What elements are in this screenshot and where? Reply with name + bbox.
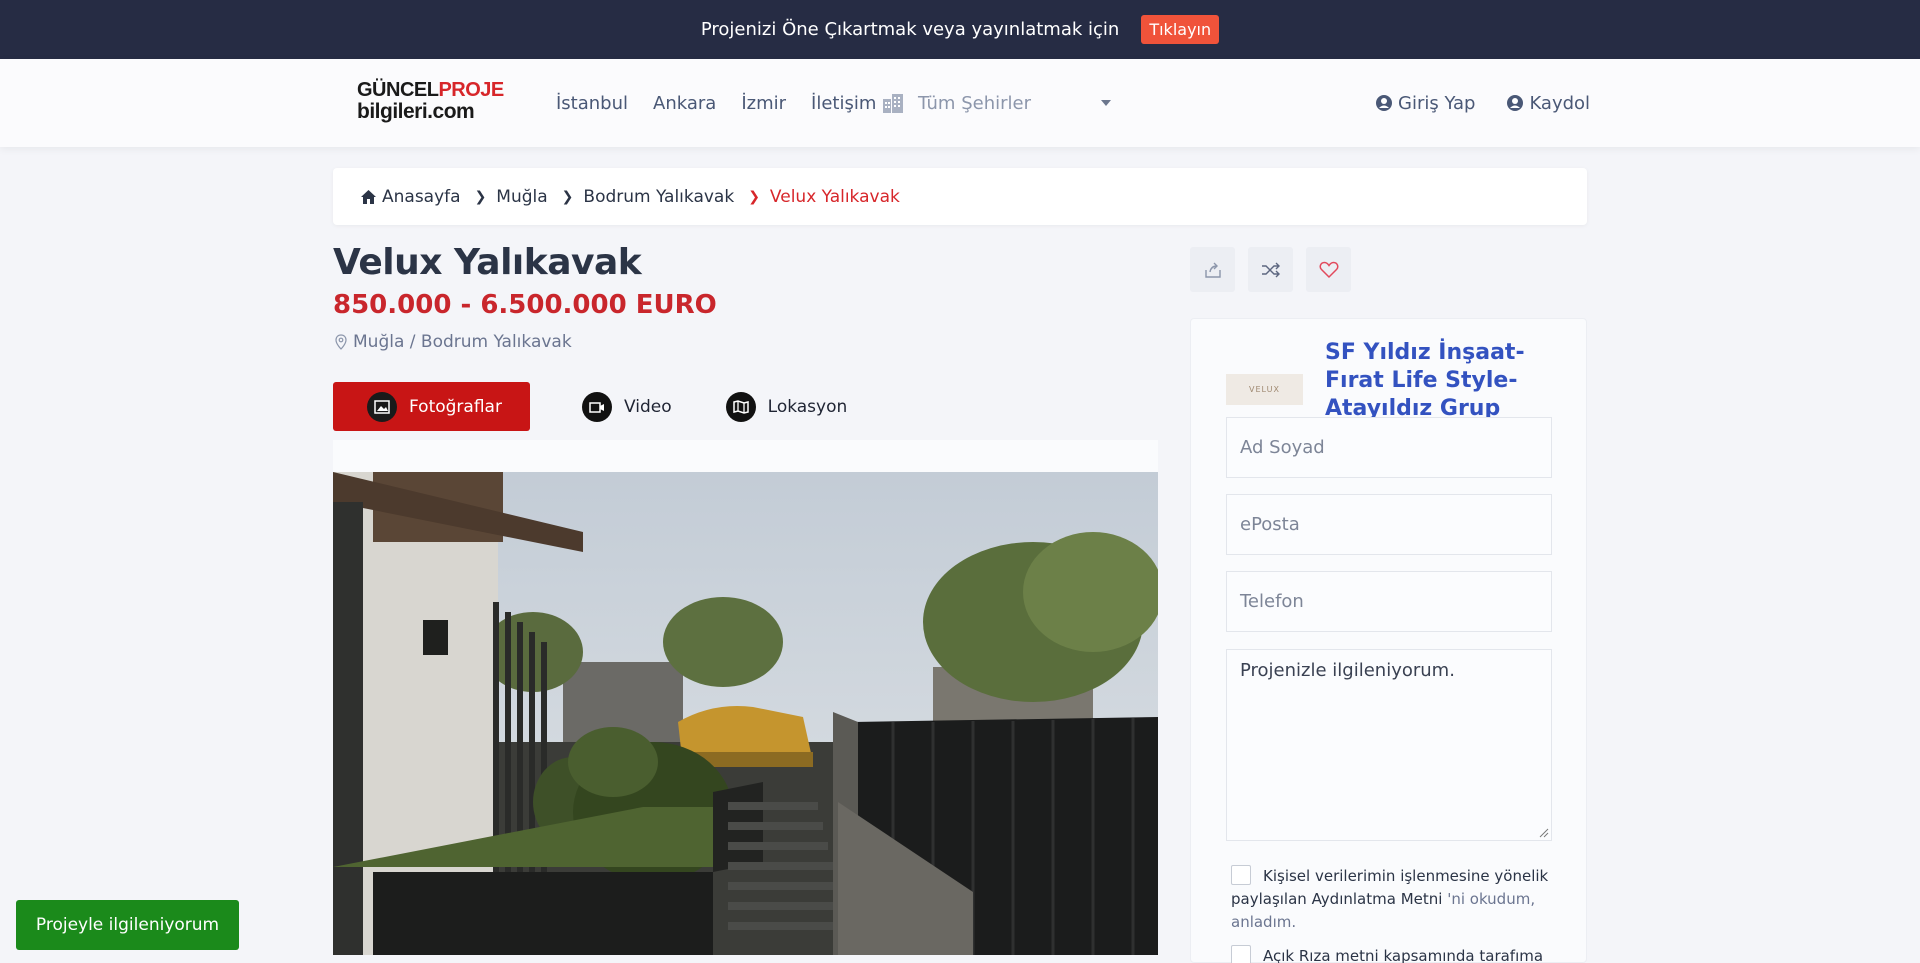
home-icon <box>361 189 376 204</box>
nav-link-iletisim[interactable]: İletişim <box>811 93 876 114</box>
heart-icon <box>1319 261 1338 278</box>
auth-nav: Giriş Yap Kaydol <box>1344 59 1590 147</box>
city-select-value: Tüm Şehirler <box>918 92 1031 114</box>
announcement-bar: Projenizi Öne Çıkartmak veya yayınlatmak… <box>0 0 1920 59</box>
share-icon <box>1204 262 1221 278</box>
map-icon <box>725 391 756 422</box>
caret-down-icon <box>1100 100 1111 106</box>
map-pin-icon <box>335 334 347 350</box>
video-camera-icon <box>582 391 612 422</box>
favorite-button[interactable] <box>1306 247 1351 292</box>
site-header: GÜNCELPROJE bilgileri.com İstanbul Ankar… <box>0 59 1920 147</box>
chevron-right-icon: ❯ <box>748 188 760 205</box>
consent-checkbox-2[interactable] <box>1231 945 1251 963</box>
site-logo[interactable]: GÜNCELPROJE bilgileri.com <box>357 79 504 127</box>
media-tabs: Fotoğraflar Video Lokasyon <box>333 382 891 431</box>
login-link[interactable]: Giriş Yap <box>1376 93 1475 114</box>
consent-row-1: Kişisel verilerimin işlenmesine yönelik … <box>1231 865 1551 934</box>
consent-row-2: Açık Rıza metni kapsamında tarafıma <box>1231 945 1551 963</box>
tab-video[interactable]: Video <box>572 382 682 431</box>
email-field[interactable]: ePosta <box>1226 494 1552 555</box>
name-field[interactable]: Ad Soyad <box>1226 417 1552 478</box>
resize-handle-icon[interactable] <box>1539 828 1549 838</box>
register-link[interactable]: Kaydol <box>1507 93 1590 114</box>
city-select[interactable]: Tüm Şehirler <box>882 59 1111 147</box>
project-price: 850.000 - 6.500.000 EURO <box>333 290 717 320</box>
message-text: Projenizle ilgileniyorum. <box>1240 660 1455 681</box>
logo-line-1: GÜNCELPROJE <box>357 79 504 101</box>
announcement-button[interactable]: Tıklayın <box>1141 15 1220 44</box>
agency-logo[interactable]: VELUX <box>1226 374 1303 405</box>
register-label: Kaydol <box>1529 92 1591 114</box>
message-textarea[interactable]: Projenizle ilgileniyorum. <box>1226 649 1552 841</box>
city-buildings-icon <box>883 94 903 113</box>
compare-button[interactable] <box>1248 247 1293 292</box>
user-circle-icon <box>1507 95 1524 111</box>
project-photo[interactable] <box>333 472 1158 955</box>
tab-location[interactable]: Lokasyon <box>716 382 858 431</box>
nav-link-ankara[interactable]: Ankara <box>653 93 716 114</box>
shuffle-icon <box>1261 262 1280 277</box>
nav-link-izmir[interactable]: İzmir <box>741 93 786 114</box>
user-circle-icon <box>1376 95 1392 111</box>
logo-line-2: bilgileri.com <box>357 100 475 123</box>
nav-link-istanbul[interactable]: İstanbul <box>556 93 628 114</box>
project-location: Muğla / Bodrum Yalıkavak <box>335 332 572 352</box>
tab-photos[interactable]: Fotoğraflar <box>333 382 530 431</box>
interest-button[interactable]: Projeyle ilgileniyorum <box>16 900 239 950</box>
announcement-text: Projenizi Öne Çıkartmak veya yayınlatmak… <box>700 19 1120 40</box>
breadcrumb-home[interactable]: Anasayfa <box>361 187 461 207</box>
phone-field[interactable]: Telefon <box>1226 571 1552 632</box>
project-title: Velux Yalıkavak <box>333 242 642 283</box>
share-button[interactable] <box>1190 247 1235 292</box>
breadcrumb-current: Velux Yalıkavak <box>769 186 900 207</box>
login-label: Giriş Yap <box>1398 92 1476 114</box>
agency-name[interactable]: SF Yıldız İnşaat-Fırat Life Style-Atayıl… <box>1325 339 1525 423</box>
gallery <box>333 440 1158 955</box>
image-icon <box>367 391 397 422</box>
consent-text-2: Açık Rıza metni kapsamında tarafıma <box>1263 947 1544 963</box>
agency-info: VELUX SF Yıldız İnşaat-Fırat Life Style-… <box>1226 339 1525 423</box>
contact-form-card: VELUX SF Yıldız İnşaat-Fırat Life Style-… <box>1190 318 1587 963</box>
chevron-right-icon: ❯ <box>474 188 487 205</box>
project-actions <box>1190 247 1364 292</box>
main-nav: İstanbul Ankara İzmir İletişim <box>556 59 901 147</box>
chevron-right-icon: ❯ <box>561 188 574 205</box>
breadcrumb-mugla[interactable]: Muğla <box>496 187 547 207</box>
consent-checkbox-1[interactable] <box>1231 865 1251 885</box>
breadcrumb: Anasayfa ❯ Muğla ❯ Bodrum Yalıkavak ❯ Ve… <box>333 168 1587 225</box>
breadcrumb-bodrum[interactable]: Bodrum Yalıkavak <box>583 187 734 207</box>
